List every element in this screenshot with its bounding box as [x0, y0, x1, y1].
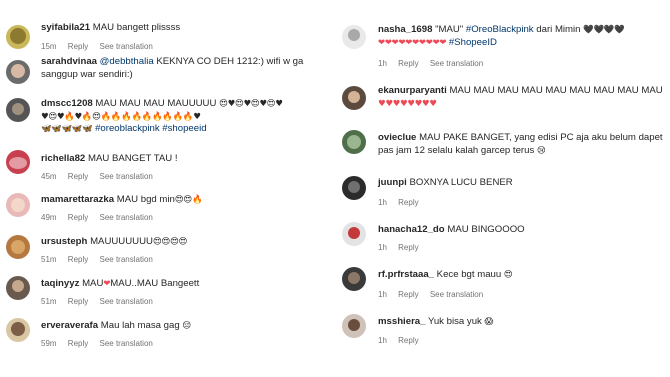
comment-time: 1h [378, 198, 387, 207]
comment-text: MAU..MAU Bangeett [110, 278, 200, 289]
comment-username[interactable]: msshiera_ [378, 316, 425, 327]
comment-time: 59m [41, 339, 57, 348]
comment-text: dari Mimin [533, 24, 581, 35]
reply-button[interactable]: Reply [68, 213, 88, 222]
comment-username[interactable]: hanacha12_do [378, 224, 445, 235]
avatar[interactable] [6, 235, 30, 259]
comment-time: 1h [378, 290, 387, 299]
avatar[interactable] [342, 25, 366, 49]
emoji-sequence: 🦋🦋🦋🦋🦋 [41, 124, 93, 134]
emoji-sequence: 😢 [536, 145, 546, 156]
comment-text: Mau lah masa gag [100, 320, 180, 331]
reply-button[interactable]: Reply [68, 172, 88, 181]
reply-button[interactable]: Reply [398, 59, 418, 68]
emoji-sequence: 😔 [182, 321, 191, 331]
emoji-sequence: ❤❤❤❤❤❤❤❤❤❤ [378, 37, 447, 48]
comment-username[interactable]: taqinyyz [41, 278, 79, 289]
comment-text: MAU BANGET TAU ! [87, 153, 178, 164]
emoji-sequence: ♥😍♥🔥♥🔥😍🔥🔥🔥🔥🔥🔥🔥🔥🔥♥ [41, 111, 201, 122]
comment-hashtags[interactable]: #oreoblackpink #shopeeid [95, 123, 206, 134]
avatar[interactable] [6, 60, 30, 84]
comment-text: MAU PAKE BANGET, yang edisi PC aja aku b… [378, 132, 663, 156]
comment-text: "MAU" [435, 24, 466, 35]
comment-username[interactable]: rf.prfrstaaa_ [378, 269, 434, 280]
comment-text: MAU MAU MAU MAU MAU MAU MAU MAU MAU [449, 85, 663, 96]
comment-text: Yuk bisa yuk [427, 316, 482, 327]
comments-panel: syifabila21 MAU bangett plissss 15m Repl… [0, 0, 670, 377]
reply-button[interactable]: Reply [398, 198, 418, 207]
emoji-sequence: 😱 [484, 317, 494, 327]
comment-mention[interactable]: @debbthalia [100, 56, 154, 67]
comment-username[interactable]: erveraverafa [41, 320, 98, 331]
comment-text: Kece bgt mauu [436, 269, 502, 280]
comment-username[interactable]: mamarettarazka [41, 194, 114, 205]
comment-username[interactable]: ekanurparyanti [378, 85, 447, 96]
comment-text: MAU bgd min [116, 194, 175, 205]
reply-button[interactable]: Reply [68, 255, 88, 264]
reply-button[interactable]: Reply [68, 339, 88, 348]
comment-time: 51m [41, 255, 57, 264]
emoji-sequence: 😍♥😍♥😍♥😍♥ [219, 99, 283, 109]
emoji-sequence: 🖤🖤🖤🖤 [583, 25, 625, 35]
comment-username[interactable]: nasha_1698 [378, 24, 432, 35]
avatar[interactable] [6, 276, 30, 300]
comment-hashtags[interactable]: #OreoBlackpink [466, 24, 534, 35]
comment-text: MAU BINGOOOO [447, 224, 525, 235]
avatar[interactable] [342, 314, 366, 338]
comment-text: MAU MAU MAU MAUUUUU [95, 98, 220, 109]
emoji-sequence: 😍 [503, 270, 513, 280]
see-translation-button[interactable]: See translation [99, 297, 152, 306]
comment-time: 1h [378, 243, 387, 252]
avatar[interactable] [6, 98, 30, 122]
see-translation-button[interactable]: See translation [430, 290, 483, 299]
avatar[interactable] [342, 130, 366, 154]
comment-username[interactable]: ursusteph [41, 236, 87, 247]
reply-button[interactable]: Reply [68, 42, 88, 51]
avatar[interactable] [6, 150, 30, 174]
comment-text: MAUUUUUUU [90, 236, 153, 247]
avatar[interactable] [6, 25, 30, 49]
comment-time: 15m [41, 42, 57, 51]
comment-time: 1h [378, 336, 387, 345]
comment-time: 45m [41, 172, 57, 181]
comment-username[interactable]: dmscc1208 [41, 98, 93, 109]
comment-text: BOXNYA LUCU BENER [409, 177, 513, 188]
comment-hashtags[interactable]: #ShopeeID [449, 37, 497, 48]
comment-username[interactable]: sarahdvinaa [41, 56, 97, 67]
avatar[interactable] [342, 176, 366, 200]
see-translation-button[interactable]: See translation [99, 172, 152, 181]
see-translation-button[interactable]: See translation [99, 213, 152, 222]
reply-button[interactable]: Reply [398, 336, 418, 345]
reply-button[interactable]: Reply [398, 243, 418, 252]
avatar[interactable] [342, 267, 366, 291]
emoji-sequence: 😍😍🔥 [174, 195, 203, 205]
avatar[interactable] [6, 318, 30, 342]
avatar[interactable] [6, 193, 30, 217]
see-translation-button[interactable]: See translation [430, 59, 483, 68]
comment-time: 51m [41, 297, 57, 306]
comment-username[interactable]: juunpi [378, 177, 407, 188]
reply-button[interactable]: Reply [398, 290, 418, 299]
see-translation-button[interactable]: See translation [99, 255, 152, 264]
comment-username[interactable]: richella82 [41, 153, 85, 164]
avatar[interactable] [342, 86, 366, 110]
see-translation-button[interactable]: See translation [99, 42, 152, 51]
comment-username[interactable]: ovieclue [378, 132, 416, 143]
comment-text: MAU [82, 278, 104, 289]
see-translation-button[interactable]: See translation [99, 339, 152, 348]
comment-time: 1h [378, 59, 387, 68]
reply-button[interactable]: Reply [68, 297, 88, 306]
comment-username[interactable]: syifabila21 [41, 22, 90, 33]
emoji-sequence: 😍😍😍😍 [152, 237, 188, 247]
avatar[interactable] [342, 222, 366, 246]
comment-text: MAU bangett plissss [92, 22, 181, 33]
comment-time: 49m [41, 213, 57, 222]
emoji-sequence: ♥♥♥♥♥♥♥♥ [378, 98, 437, 109]
